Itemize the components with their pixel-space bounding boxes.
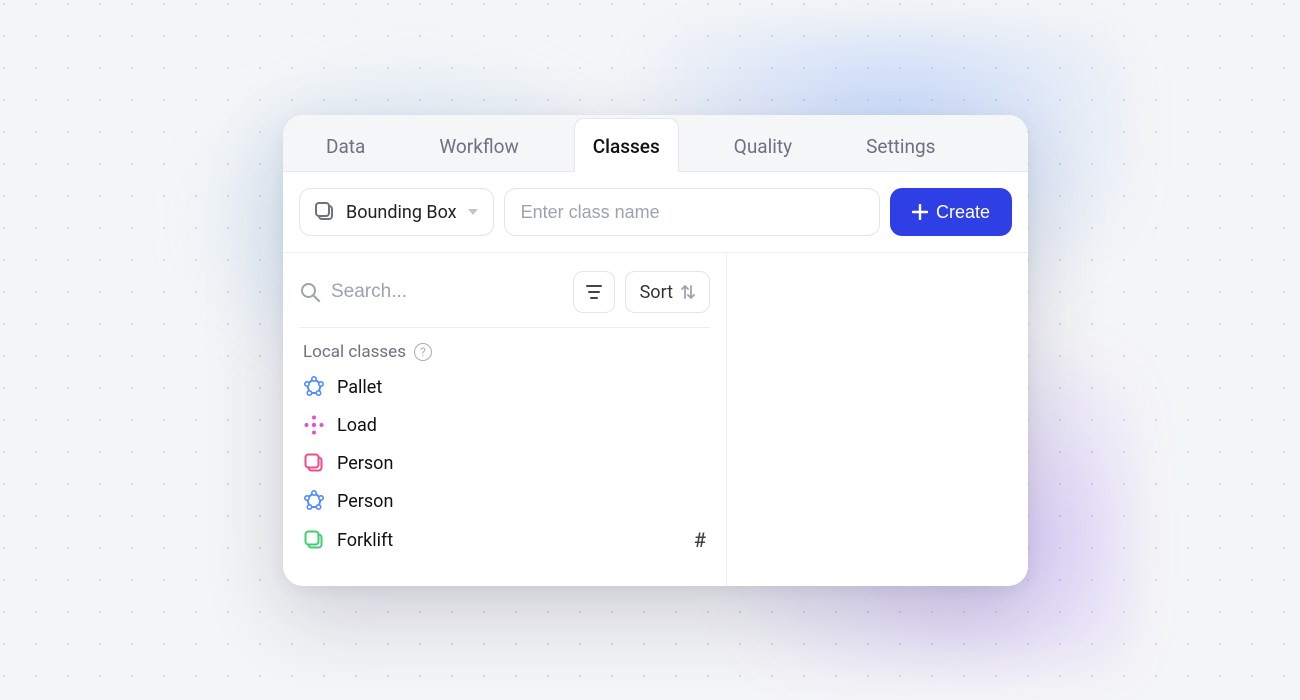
bbox-icon — [314, 201, 336, 223]
local-classes-header: Local classes ? — [283, 328, 726, 368]
sort-arrows-icon — [681, 284, 695, 300]
annotation-type-label: Bounding Box — [346, 202, 457, 223]
detail-panel — [727, 253, 1028, 586]
bbox-icon — [303, 529, 325, 551]
class-row[interactable]: Load — [283, 406, 726, 444]
sort-button-label: Sort — [640, 282, 673, 303]
create-button[interactable]: Create — [890, 188, 1012, 236]
class-name-input[interactable] — [504, 188, 880, 236]
tab-workflow[interactable]: Workflow — [420, 118, 537, 172]
tab-data[interactable]: Data — [307, 118, 384, 172]
class-name-label: Person — [337, 453, 393, 474]
bbox-icon — [303, 452, 325, 474]
class-name-label: Pallet — [337, 377, 382, 398]
filter-icon — [585, 284, 603, 300]
class-row[interactable]: Forklift # — [283, 520, 726, 560]
filter-button[interactable] — [573, 271, 615, 313]
class-list-panel: Sort Local classes ? — [283, 253, 727, 586]
keypoint-icon — [303, 414, 325, 436]
class-row[interactable]: Person — [283, 482, 726, 520]
search-icon — [299, 281, 321, 303]
local-classes-label: Local classes — [303, 342, 406, 362]
class-name-label: Person — [337, 491, 393, 512]
annotation-type-select[interactable]: Bounding Box — [299, 188, 494, 236]
class-name-label: Forklift — [337, 530, 393, 551]
classes-panel: Data Workflow Classes Quality Settings B… — [283, 115, 1028, 586]
tab-bar: Data Workflow Classes Quality Settings — [283, 115, 1028, 172]
chevron-down-icon — [467, 207, 479, 217]
create-button-label: Create — [936, 202, 990, 223]
tab-settings[interactable]: Settings — [847, 118, 954, 172]
polygon-icon — [303, 376, 325, 398]
tab-classes[interactable]: Classes — [574, 118, 679, 172]
class-name-label: Load — [337, 415, 377, 436]
search-input[interactable] — [331, 281, 563, 303]
id-indicator-icon: # — [694, 528, 706, 552]
plus-icon — [912, 204, 928, 220]
class-row[interactable]: Pallet — [283, 368, 726, 406]
tab-quality[interactable]: Quality — [715, 118, 811, 172]
help-icon[interactable]: ? — [414, 343, 432, 361]
sort-button[interactable]: Sort — [625, 271, 710, 313]
class-row[interactable]: Person — [283, 444, 726, 482]
polygon-icon — [303, 490, 325, 512]
create-class-toolbar: Bounding Box Create — [283, 172, 1028, 253]
